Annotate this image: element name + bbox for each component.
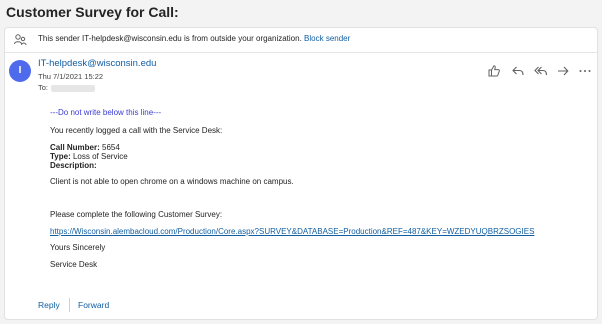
people-icon	[14, 34, 27, 46]
footer-divider	[69, 298, 70, 312]
survey-prompt: Please complete the following Customer S…	[50, 210, 223, 219]
to-label: To:	[38, 83, 49, 92]
type-label: Type:	[50, 152, 71, 161]
recipient-redacted	[51, 84, 96, 92]
banner-text: This sender IT-helpdesk@wisconsin.edu is…	[38, 34, 302, 43]
more-icon	[579, 70, 591, 72]
survey-link[interactable]: https://Wisconsin.alembacloud.com/Produc…	[50, 227, 534, 236]
forward-icon	[558, 66, 569, 76]
reply-all-icon	[534, 66, 548, 76]
call-number-value: 5654	[102, 143, 120, 152]
type-value: Loss of Service	[72, 152, 128, 161]
subject-bar: Customer Survey for Call:	[0, 0, 602, 24]
more-options-button[interactable]	[578, 64, 592, 78]
signature-text: Service Desk	[50, 260, 98, 269]
call-number-label: Call Number:	[50, 143, 100, 152]
description-label: Description:	[50, 161, 97, 170]
forward-footer-button[interactable]: Forward	[78, 300, 109, 310]
to-line: To:	[38, 83, 96, 92]
do-not-write-note: ---Do not write below this line---	[50, 108, 162, 117]
intro-text: You recently logged a call with the Serv…	[50, 126, 223, 135]
sent-date: Thu 7/1/2021 15:22	[38, 72, 104, 81]
reply-all-button[interactable]	[534, 64, 548, 78]
block-sender-link[interactable]: Block sender	[304, 34, 350, 43]
external-sender-banner: This sender IT-helpdesk@wisconsin.edu is…	[5, 28, 597, 53]
sender-email[interactable]: IT-helpdesk@wisconsin.edu	[38, 58, 156, 69]
email-card: This sender IT-helpdesk@wisconsin.edu is…	[4, 27, 598, 320]
reply-footer-button[interactable]: Reply	[38, 300, 60, 310]
reply-button[interactable]	[511, 64, 525, 78]
like-button[interactable]	[487, 64, 501, 78]
like-icon	[488, 65, 500, 77]
type-line: Type: Loss of Service	[50, 152, 128, 161]
reply-icon	[512, 66, 524, 76]
description-text: Client is not able to open chrome on a w…	[50, 177, 294, 186]
forward-button[interactable]	[556, 64, 570, 78]
avatar: I	[9, 60, 31, 82]
closing-text: Yours Sincerely	[50, 243, 106, 252]
email-subject: Customer Survey for Call:	[6, 4, 179, 20]
banner-message: This sender IT-helpdesk@wisconsin.edu is…	[38, 34, 350, 43]
call-number-line: Call Number: 5654	[50, 143, 120, 152]
